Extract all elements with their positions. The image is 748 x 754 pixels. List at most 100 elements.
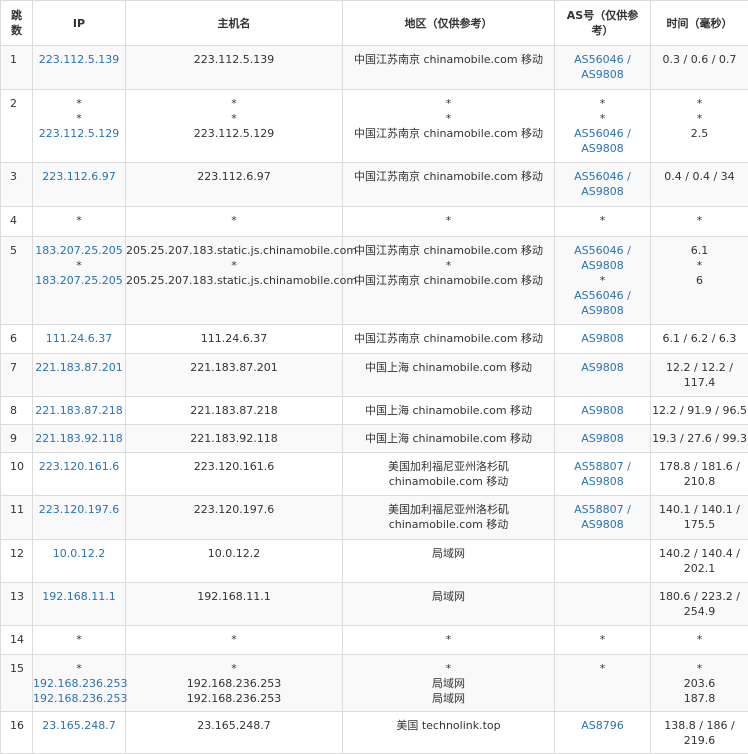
ip-text: * xyxy=(33,111,125,126)
hostname-cell: * xyxy=(126,626,343,655)
ip-link[interactable]: 223.112.5.129 xyxy=(33,126,125,141)
hostname-cell: 223.112.5.139 xyxy=(126,46,343,90)
region-cell: 美国 technolink.top xyxy=(343,712,555,754)
ip-link[interactable]: 183.207.25.205 xyxy=(33,243,125,258)
ip-text: * xyxy=(33,632,125,647)
ip-link[interactable]: 223.120.197.6 xyxy=(33,502,125,517)
hostname-cell: * xyxy=(126,207,343,237)
table-row: 1223.112.5.139223.112.5.139中国江苏南京 chinam… xyxy=(1,46,748,90)
hop-number: 11 xyxy=(1,496,33,540)
ip-link[interactable]: 23.165.248.7 xyxy=(33,718,125,733)
hostname-text: 223.120.197.6 xyxy=(126,502,342,517)
as-text: * xyxy=(555,213,650,228)
ip-link[interactable]: 223.120.161.6 xyxy=(33,459,125,474)
ip-link[interactable]: 223.112.6.97 xyxy=(33,169,125,184)
time-text: 19.3 / 27.6 / 99.3 xyxy=(651,431,748,446)
time-cell: 6.1 / 6.2 / 6.3 xyxy=(651,325,748,354)
as-link[interactable]: AS58807 / xyxy=(555,459,650,474)
as-link[interactable]: AS9808 xyxy=(555,431,650,446)
region-text: 美国 technolink.top xyxy=(343,718,554,733)
hostname-text: 221.183.87.201 xyxy=(126,360,342,375)
time-cell: 12.2 / 12.2 /117.4 xyxy=(651,354,748,397)
as-cell: AS9808 xyxy=(555,354,651,397)
region-text: * xyxy=(343,213,554,228)
hostname-text: 192.168.236.253 xyxy=(126,691,342,706)
ip-text: * xyxy=(33,96,125,111)
ip-link[interactable]: 221.183.92.118 xyxy=(33,431,125,446)
ip-link[interactable]: 111.24.6.37 xyxy=(33,331,125,346)
region-cell: 美国加利福尼亚州洛杉矶chinamobile.com 移动 xyxy=(343,453,555,496)
time-cell: 180.6 / 223.2 /254.9 xyxy=(651,583,748,626)
region-text: 局域网 xyxy=(343,589,554,604)
table-row: 2**223.112.5.129**223.112.5.129**中国江苏南京 … xyxy=(1,90,748,163)
as-cell: AS8796 xyxy=(555,712,651,754)
table-row: 15*192.168.236.253192.168.236.253*192.16… xyxy=(1,655,748,712)
as-link[interactable]: AS9808 xyxy=(555,303,650,318)
as-link[interactable]: AS9808 xyxy=(555,517,650,532)
as-link[interactable]: AS9808 xyxy=(555,403,650,418)
as-link[interactable]: AS9808 xyxy=(555,331,650,346)
hop-number: 14 xyxy=(1,626,33,655)
as-link[interactable]: AS9808 xyxy=(555,184,650,199)
as-link[interactable]: AS9808 xyxy=(555,258,650,273)
hostname-cell: 23.165.248.7 xyxy=(126,712,343,754)
as-link[interactable]: AS9808 xyxy=(555,141,650,156)
ip-link[interactable]: 221.183.87.201 xyxy=(33,360,125,375)
as-link[interactable]: AS9808 xyxy=(555,67,650,82)
as-link[interactable]: AS58807 / xyxy=(555,502,650,517)
region-text: 中国江苏南京 chinamobile.com 移动 xyxy=(343,331,554,346)
time-text: 6 xyxy=(651,273,748,288)
as-cell: AS9808 xyxy=(555,425,651,453)
region-cell: 美国加利福尼亚州洛杉矶chinamobile.com 移动 xyxy=(343,496,555,540)
ip-cell: 111.24.6.37 xyxy=(33,325,126,354)
region-text: 中国江苏南京 chinamobile.com 移动 xyxy=(343,126,554,141)
as-link[interactable]: AS56046 / xyxy=(555,169,650,184)
region-text: 美国加利福尼亚州洛杉矶 xyxy=(343,459,554,474)
time-text: 0.4 / 0.4 / 34 xyxy=(651,169,748,184)
time-text: * xyxy=(651,111,748,126)
time-text: 117.4 xyxy=(651,375,748,390)
hostname-text: 221.183.92.118 xyxy=(126,431,342,446)
hostname-cell: 192.168.11.1 xyxy=(126,583,343,626)
as-link[interactable]: AS56046 / xyxy=(555,126,650,141)
ip-link[interactable]: 192.168.11.1 xyxy=(33,589,125,604)
region-text: 局域网 xyxy=(343,676,554,691)
as-cell: AS58807 /AS9808 xyxy=(555,453,651,496)
time-text: 203.6 xyxy=(651,676,748,691)
time-text: * xyxy=(651,632,748,647)
hop-number: 9 xyxy=(1,425,33,453)
table-row: 1210.0.12.210.0.12.2局域网140.2 / 140.4 /20… xyxy=(1,540,748,583)
as-link[interactable]: AS9808 xyxy=(555,360,650,375)
region-cell: 中国上海 chinamobile.com 移动 xyxy=(343,354,555,397)
region-text: 美国加利福尼亚州洛杉矶 xyxy=(343,502,554,517)
ip-link[interactable]: 192.168.236.253 xyxy=(33,676,125,691)
ip-cell: 223.112.6.97 xyxy=(33,163,126,207)
as-cell: **AS56046 /AS9808 xyxy=(555,90,651,163)
as-link[interactable]: AS56046 / xyxy=(555,243,650,258)
ip-text: * xyxy=(33,258,125,273)
table-row: 13192.168.11.1192.168.11.1局域网180.6 / 223… xyxy=(1,583,748,626)
ip-cell: 183.207.25.205*183.207.25.205 xyxy=(33,237,126,325)
ip-link[interactable]: 192.168.236.253 xyxy=(33,691,125,706)
ip-link[interactable]: 183.207.25.205 xyxy=(33,273,125,288)
ip-cell: * xyxy=(33,626,126,655)
time-cell: 0.4 / 0.4 / 34 xyxy=(651,163,748,207)
hostname-cell: 223.112.6.97 xyxy=(126,163,343,207)
region-cell: * xyxy=(343,207,555,237)
hop-number: 2 xyxy=(1,90,33,163)
region-cell: 中国江苏南京 chinamobile.com 移动 xyxy=(343,163,555,207)
region-cell: 中国上海 chinamobile.com 移动 xyxy=(343,425,555,453)
ip-link[interactable]: 10.0.12.2 xyxy=(33,546,125,561)
ip-link[interactable]: 221.183.87.218 xyxy=(33,403,125,418)
as-link[interactable]: AS8796 xyxy=(555,718,650,733)
as-link[interactable]: AS9808 xyxy=(555,474,650,489)
ip-link[interactable]: 223.112.5.139 xyxy=(33,52,125,67)
time-text: 140.2 / 140.4 / xyxy=(651,546,748,561)
as-cell: AS56046 /AS9808*AS56046 /AS9808 xyxy=(555,237,651,325)
table-row: 14***** xyxy=(1,626,748,655)
hostname-cell: 205.25.207.183.static.js.chinamobile.com… xyxy=(126,237,343,325)
ip-cell: 221.183.87.218 xyxy=(33,397,126,425)
as-link[interactable]: AS56046 / xyxy=(555,52,650,67)
as-link[interactable]: AS56046 / xyxy=(555,288,650,303)
region-text: chinamobile.com 移动 xyxy=(343,474,554,489)
